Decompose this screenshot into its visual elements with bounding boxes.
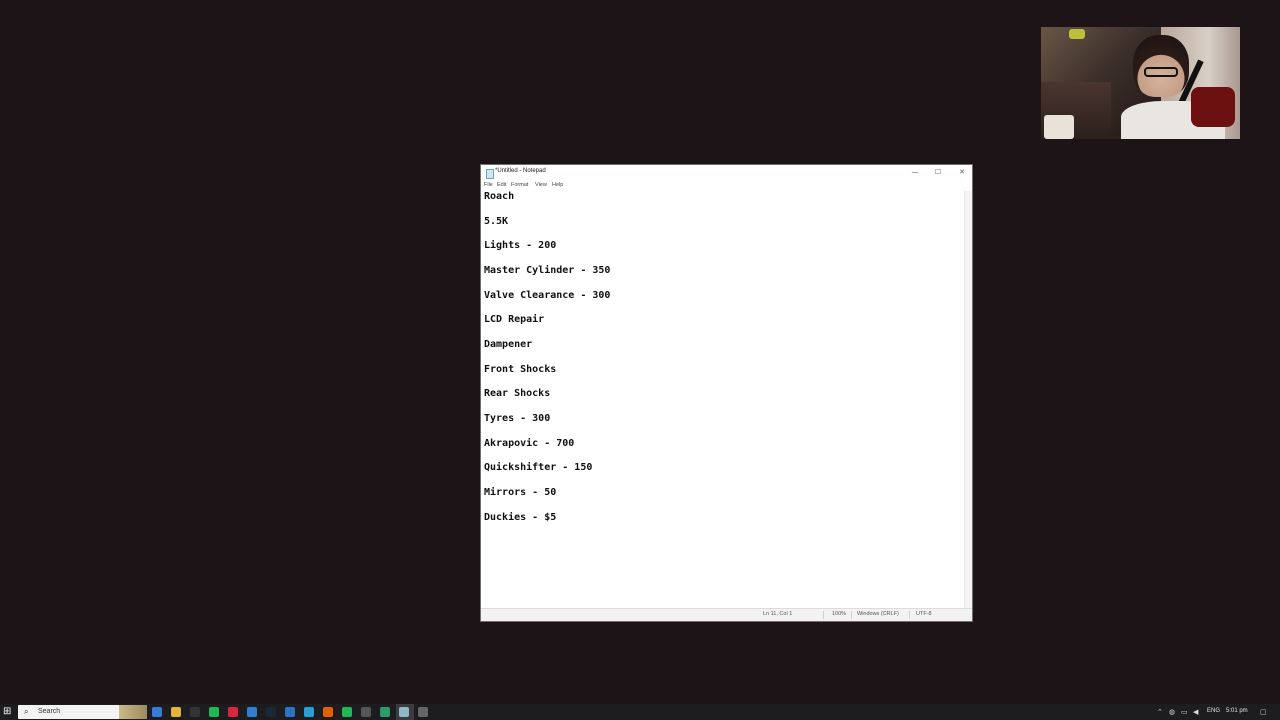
text-line: Tyres - 300 [484,413,551,424]
search-highlight-image [119,705,147,719]
webcam-overlay [1041,27,1240,139]
display-icon[interactable]: ▭ [1181,708,1188,716]
edge-icon[interactable] [304,707,314,717]
file-explorer-icon[interactable] [171,707,181,717]
text-line: Duckies - $5 [484,512,557,523]
status-separator [909,611,910,619]
webcam-lamp [1044,115,1074,139]
text-line: Roach [484,191,515,202]
task-view-icon[interactable] [152,707,162,717]
webcam-badge [1069,29,1085,39]
encoding: UTF-8 [916,611,932,617]
browser-icon[interactable] [247,707,257,717]
text-line: Rear Shocks [484,388,551,399]
webcam-glasses [1144,67,1178,77]
taskbar: ⊞ ⌕ Search ⌃ ◍ ▭ ◀ ENG 5:01 pm ▢ [0,704,1280,720]
arrow-icon[interactable] [380,707,390,717]
window-title: *Untitled - Notepad [495,168,546,174]
spotify-icon[interactable] [209,707,219,717]
text-line: 5.5K [484,216,509,227]
text-line: Mirrors - 50 [484,487,557,498]
text-line: Lights - 200 [484,240,557,251]
firefox-icon[interactable] [323,707,333,717]
minimize-button[interactable]: — [909,167,921,178]
console-icon[interactable] [361,707,371,717]
cursor-position: Ln 11, Col 1 [763,611,793,617]
clock-time[interactable]: 5:01 pm [1226,708,1248,714]
vertical-scrollbar[interactable] [964,191,972,609]
search-input[interactable]: ⌕ Search [18,705,147,719]
language-indicator[interactable]: ENG [1207,708,1220,714]
text-line: Dampener [484,339,533,350]
menu-file[interactable]: File [484,182,493,188]
clock-icon[interactable] [418,707,428,717]
webcam-person-head [1133,35,1189,97]
windows-start-icon[interactable]: ⊞ [3,707,13,717]
menu-format[interactable]: Format [511,182,528,188]
title-bar[interactable]: *Untitled - Notepad — ☐ ✕ [481,165,972,181]
menu-edit[interactable]: Edit [497,182,506,188]
record-icon[interactable] [228,707,238,717]
close-button[interactable]: ✕ [956,167,968,178]
search-icon: ⌕ [24,707,29,716]
status-separator [823,611,824,619]
status-separator [851,611,852,619]
zoom-level: 100% [832,611,847,617]
text-line: Akrapovic - 700 [484,438,575,449]
notepad-app-icon [486,169,494,179]
text-line: Master Cylinder - 350 [484,265,611,276]
webcam-microphone [1191,87,1235,127]
chevron-up-icon[interactable]: ⌃ [1157,708,1163,716]
text-editor[interactable]: Roach 5.5K Lights - 200 Master Cylinder … [481,191,965,609]
text-line: Quickshifter - 150 [484,462,593,473]
volume-icon[interactable]: ◀ [1193,708,1198,716]
text-line: LCD Repair [484,314,545,325]
mail-icon[interactable] [285,707,295,717]
notification-icon[interactable]: ▢ [1260,708,1267,716]
steam-icon[interactable] [266,707,276,717]
status-bar: Ln 11, Col 1 100% Windows (CRLF) UTF-8 [481,608,972,621]
menu-bar: File Edit Format View Help [481,181,972,191]
text-line: Valve Clearance - 300 [484,290,611,301]
menu-view[interactable]: View [535,182,547,188]
spotify-icon-2[interactable] [342,707,352,717]
search-label: Search [38,708,61,715]
maximize-button[interactable]: ☐ [932,167,944,178]
app-icon[interactable] [190,707,200,717]
text-line: Front Shocks [484,364,557,375]
network-icon[interactable]: ◍ [1169,708,1175,716]
line-ending: Windows (CRLF) [857,611,899,617]
desktop: *Untitled - Notepad — ☐ ✕ File Edit Form… [0,0,1280,704]
notepad-window[interactable]: *Untitled - Notepad — ☐ ✕ File Edit Form… [480,164,973,622]
notepad-icon[interactable] [399,707,409,717]
menu-help[interactable]: Help [552,182,563,188]
